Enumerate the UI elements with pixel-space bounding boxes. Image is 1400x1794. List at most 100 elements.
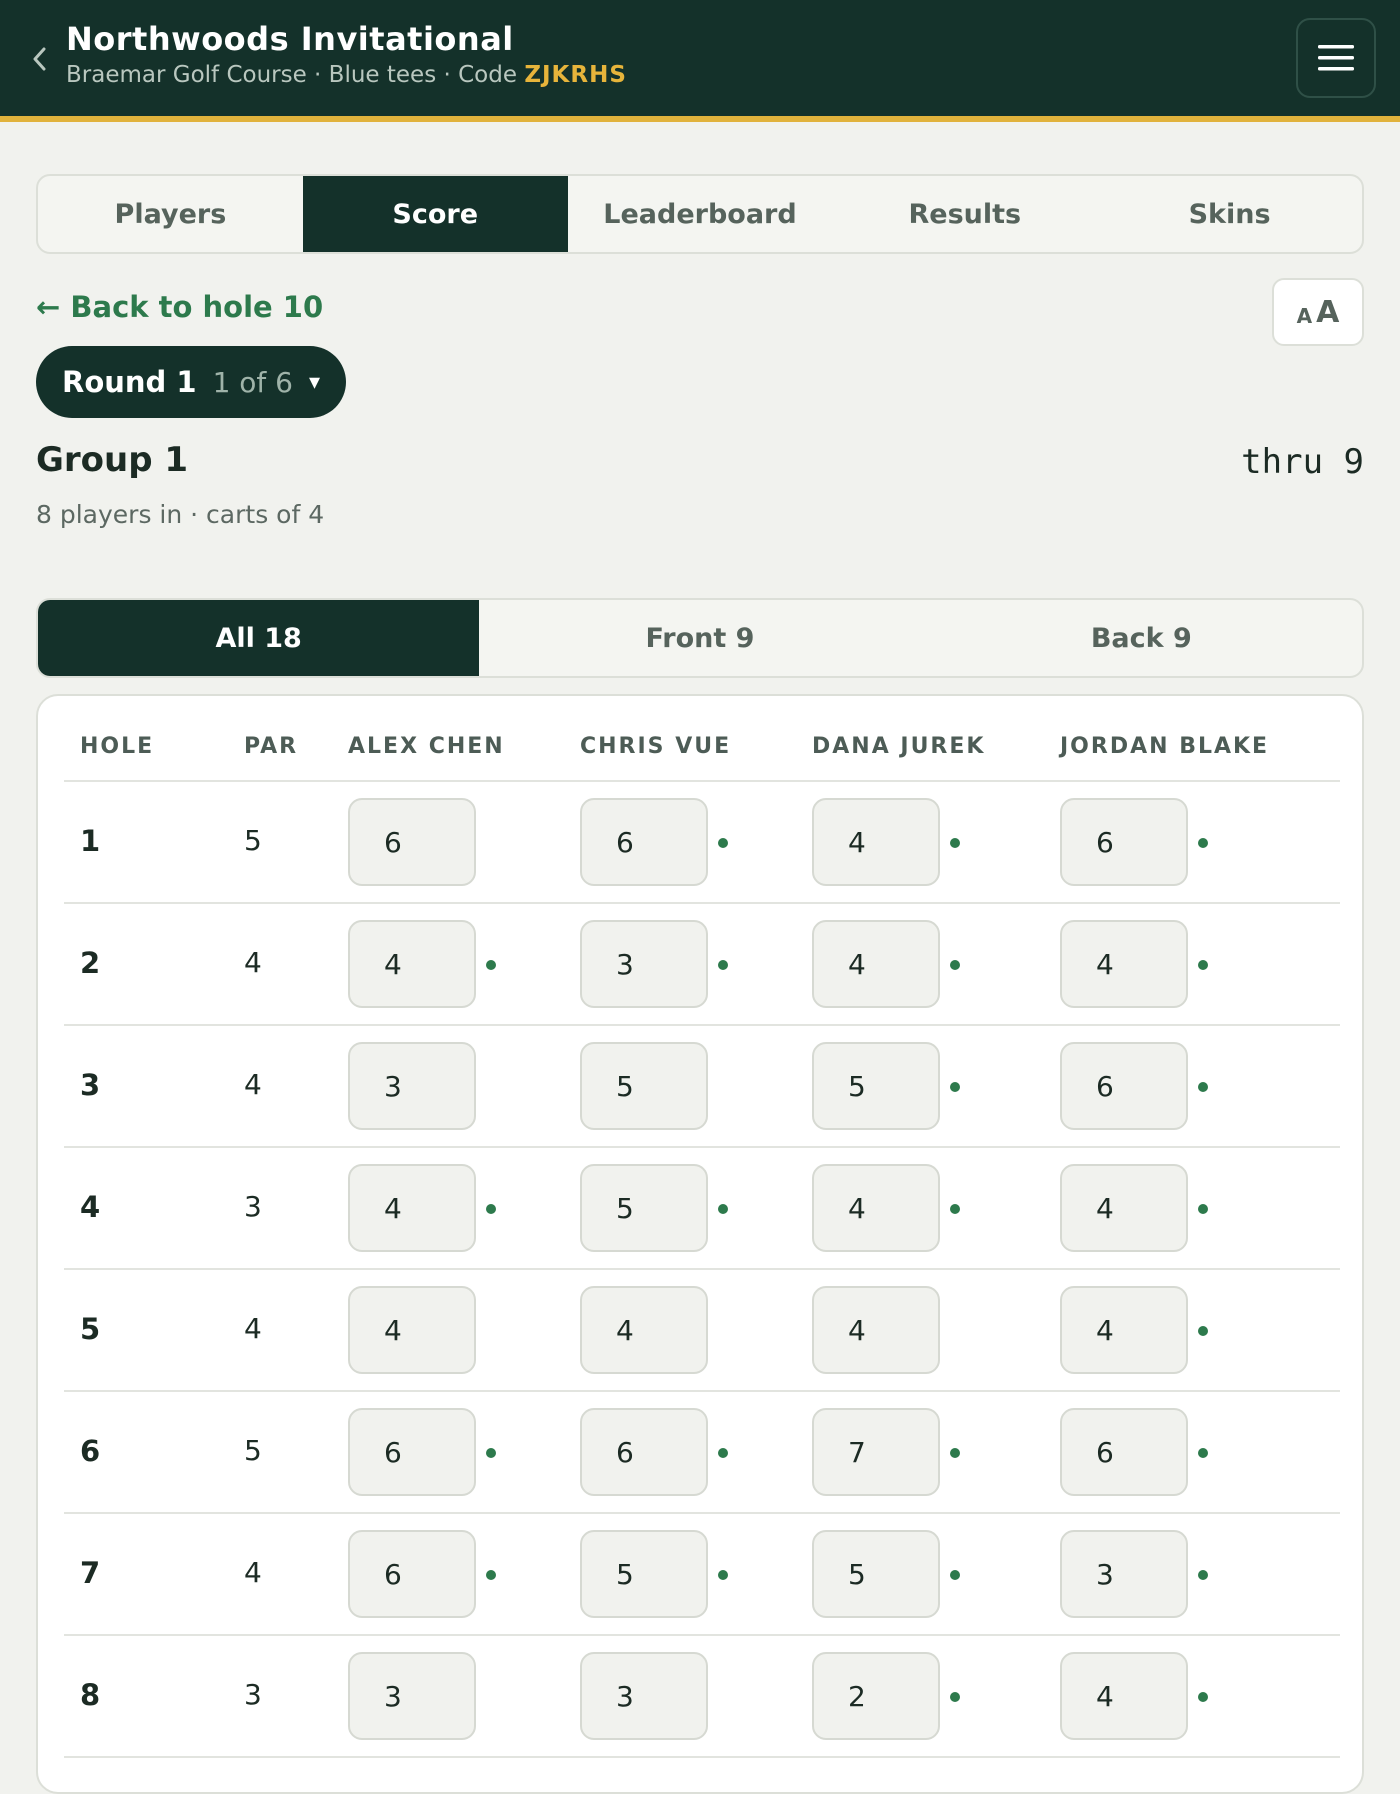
synced-dot-icon xyxy=(950,838,960,848)
score-input[interactable]: 3 xyxy=(580,920,708,1008)
synced-dot-icon xyxy=(950,1570,960,1580)
synced-dot-icon xyxy=(1198,1692,1208,1702)
group-meta: 8 players in · carts of 4 xyxy=(36,500,325,529)
score-input[interactable]: 4 xyxy=(812,798,940,886)
hole-par: 5 xyxy=(244,1434,262,1467)
score-cell: 5 xyxy=(812,1530,960,1620)
table-row: 7 4 6 5 5 3 xyxy=(64,1514,1340,1636)
score-input[interactable]: 3 xyxy=(348,1042,476,1130)
hole-number: 1 xyxy=(80,824,101,858)
score-input[interactable]: 4 xyxy=(1060,1164,1188,1252)
header-player-3: DANA JUREK xyxy=(812,734,986,759)
score-cell: 6 xyxy=(1060,1042,1208,1132)
score-input[interactable]: 2 xyxy=(812,1652,940,1740)
score-cell: 4 xyxy=(580,1286,710,1376)
table-row: 1 5 6 6 4 6 xyxy=(64,782,1340,904)
score-cell: 3 xyxy=(580,1652,710,1742)
synced-dot-icon xyxy=(486,1448,496,1458)
segment-all-18[interactable]: All 18 xyxy=(38,600,480,676)
score-input[interactable]: 5 xyxy=(812,1530,940,1618)
hole-number: 8 xyxy=(80,1678,101,1712)
caret-down-icon: ▾ xyxy=(309,369,321,395)
score-input[interactable]: 4 xyxy=(580,1286,708,1374)
score-cell: 4 xyxy=(1060,1164,1208,1254)
score-input[interactable]: 5 xyxy=(580,1530,708,1618)
group-title: Group 1 xyxy=(36,440,189,480)
round-label: Round 1 xyxy=(62,365,197,399)
score-cell: 6 xyxy=(348,1408,496,1498)
table-row: 3 4 3 5 5 6 xyxy=(64,1026,1340,1148)
scorecard-header: HOLE PAR ALEX CHEN CHRIS VUE DANA JUREK … xyxy=(64,696,1340,782)
main-tabs: Players Score Leaderboard Results Skins xyxy=(36,174,1364,254)
synced-dot-icon xyxy=(486,1204,496,1214)
hole-number: 2 xyxy=(80,946,101,980)
back-chevron-icon[interactable] xyxy=(28,44,50,74)
score-input[interactable]: 6 xyxy=(348,1408,476,1496)
score-cell: 3 xyxy=(348,1652,478,1742)
score-cell: 4 xyxy=(812,920,960,1010)
font-small-icon: A xyxy=(1296,304,1313,328)
score-input[interactable]: 4 xyxy=(348,1164,476,1252)
hole-number: 6 xyxy=(80,1434,101,1468)
tab-skins[interactable]: Skins xyxy=(1097,176,1362,252)
score-input[interactable]: 6 xyxy=(1060,1042,1188,1130)
score-input[interactable]: 6 xyxy=(580,798,708,886)
score-input[interactable]: 4 xyxy=(348,1286,476,1374)
score-input[interactable]: 6 xyxy=(1060,798,1188,886)
score-input[interactable]: 6 xyxy=(580,1408,708,1496)
app-header: Northwoods Invitational Braemar Golf Cou… xyxy=(0,0,1400,122)
score-input[interactable]: 5 xyxy=(812,1042,940,1130)
table-row: 6 5 6 6 7 6 xyxy=(64,1392,1340,1514)
segment-front-9[interactable]: Front 9 xyxy=(479,600,920,676)
score-cell: 4 xyxy=(1060,1286,1208,1376)
score-input[interactable]: 4 xyxy=(348,920,476,1008)
score-input[interactable]: 4 xyxy=(812,1164,940,1252)
score-input[interactable]: 4 xyxy=(812,1286,940,1374)
hole-par: 4 xyxy=(244,1312,262,1345)
score-cell: 4 xyxy=(812,1164,960,1254)
synced-dot-icon xyxy=(718,1448,728,1458)
hole-par: 4 xyxy=(244,946,262,979)
score-cell: 4 xyxy=(812,798,960,888)
synced-dot-icon xyxy=(950,1692,960,1702)
synced-dot-icon xyxy=(718,838,728,848)
synced-dot-icon xyxy=(718,1570,728,1580)
score-input[interactable]: 6 xyxy=(348,1530,476,1618)
score-cell: 3 xyxy=(1060,1530,1208,1620)
score-cell: 4 xyxy=(812,1286,942,1376)
tab-leaderboard[interactable]: Leaderboard xyxy=(568,176,833,252)
hole-par: 3 xyxy=(244,1190,262,1223)
synced-dot-icon xyxy=(1198,1082,1208,1092)
table-row: 2 4 4 3 4 4 xyxy=(64,904,1340,1026)
score-input[interactable]: 4 xyxy=(1060,920,1188,1008)
score-input[interactable]: 3 xyxy=(580,1652,708,1740)
tab-results[interactable]: Results xyxy=(832,176,1097,252)
header-player-1: ALEX CHEN xyxy=(348,734,505,759)
score-input[interactable]: 3 xyxy=(348,1652,476,1740)
score-cell: 6 xyxy=(580,798,728,888)
score-input[interactable]: 5 xyxy=(580,1164,708,1252)
hole-number: 5 xyxy=(80,1312,101,1346)
back-to-hole-link[interactable]: ← Back to hole 10 xyxy=(36,290,323,324)
score-cell: 6 xyxy=(1060,798,1208,888)
score-input[interactable]: 7 xyxy=(812,1408,940,1496)
menu-button[interactable] xyxy=(1296,18,1376,98)
table-row: 5 4 4 4 4 4 xyxy=(64,1270,1340,1392)
font-size-toggle[interactable]: A A xyxy=(1272,278,1364,346)
score-input[interactable]: 6 xyxy=(348,798,476,886)
score-input[interactable]: 4 xyxy=(812,920,940,1008)
score-input[interactable]: 4 xyxy=(1060,1286,1188,1374)
score-input[interactable]: 5 xyxy=(580,1042,708,1130)
tab-score[interactable]: Score xyxy=(302,176,568,252)
tab-players[interactable]: Players xyxy=(38,176,303,252)
score-cell: 6 xyxy=(348,798,478,888)
segment-back-9[interactable]: Back 9 xyxy=(921,600,1362,676)
score-input[interactable]: 3 xyxy=(1060,1530,1188,1618)
score-input[interactable]: 6 xyxy=(1060,1408,1188,1496)
score-cell: 5 xyxy=(580,1042,710,1132)
round-selector[interactable]: Round 1 1 of 6 ▾ xyxy=(36,346,347,418)
table-row: 4 3 4 5 4 4 xyxy=(64,1148,1340,1270)
score-cell: 6 xyxy=(1060,1408,1208,1498)
header-player-2: CHRIS VUE xyxy=(580,734,732,759)
score-input[interactable]: 4 xyxy=(1060,1652,1188,1740)
